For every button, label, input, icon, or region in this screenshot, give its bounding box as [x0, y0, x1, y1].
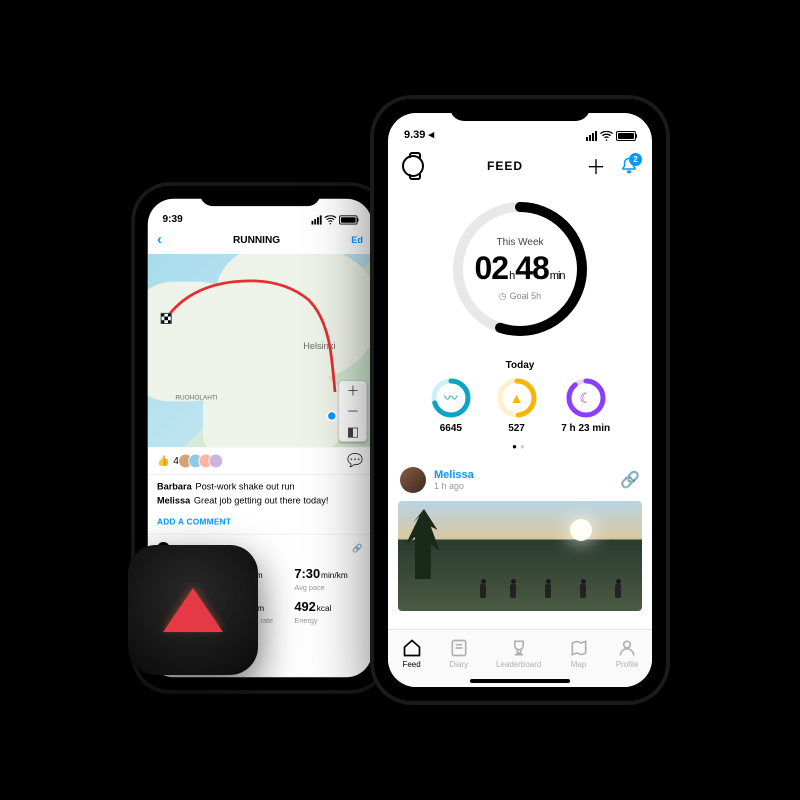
signal-icon	[586, 131, 597, 141]
ring-value: 02h48min	[474, 250, 565, 287]
tab-map[interactable]: Map	[569, 638, 589, 669]
comment-item: MelissaGreat job getting out there today…	[157, 494, 363, 508]
wifi-icon	[324, 215, 336, 224]
route-start-flag-icon	[161, 313, 172, 324]
zoom-in-button[interactable]: ＋	[339, 381, 367, 401]
ring-goal: ◷Goal 5h	[499, 291, 541, 302]
tab-leaderboard[interactable]: Leaderboard	[496, 638, 541, 669]
today-label: Today	[388, 360, 652, 371]
feed-user-name[interactable]: Melissa	[434, 469, 474, 481]
map-layers-button[interactable]: ◧	[339, 421, 367, 441]
metric-steps[interactable]: 〰 6645	[430, 377, 472, 434]
status-time: 9.39 ◂	[404, 128, 434, 141]
sun-graphic	[570, 519, 592, 541]
metric-sleep[interactable]: ☾ 7 h 23 min	[561, 377, 610, 434]
add-comment-button[interactable]: ADD A COMMENT	[148, 513, 372, 533]
home-icon	[402, 638, 422, 658]
tab-diary[interactable]: Diary	[449, 638, 469, 669]
stat-energy: 492kcalEnergy	[294, 595, 363, 628]
activity-link-icon[interactable]: 🔗	[352, 543, 363, 553]
map-icon	[569, 638, 589, 658]
app-icon-tile[interactable]	[128, 545, 258, 675]
feed-image[interactable]	[398, 501, 642, 611]
edit-button[interactable]: Ed	[351, 235, 363, 245]
stat-pace: 7:30min/kmAvg pace	[294, 562, 363, 595]
avatar[interactable]	[400, 467, 426, 493]
feed-time: 1 h ago	[434, 481, 474, 491]
tab-profile[interactable]: Profile	[616, 638, 639, 669]
trophy-icon	[509, 638, 529, 658]
runner-graphic	[578, 579, 588, 601]
map-zoom-controls: ＋ － ◧	[339, 381, 367, 442]
add-button[interactable]: ＋	[586, 151, 606, 180]
detail-title: RUNNING	[233, 235, 280, 246]
detail-header: ‹ RUNNING Ed	[148, 226, 372, 254]
diary-icon	[449, 638, 469, 658]
notification-badge: 2	[629, 153, 642, 166]
wifi-icon	[600, 131, 613, 141]
feed-title: FEED	[487, 159, 523, 173]
steps-icon: 〰	[430, 377, 472, 419]
back-button[interactable]: ‹	[157, 232, 162, 249]
runner-graphic	[613, 579, 623, 601]
liker-avatars[interactable]	[183, 453, 223, 468]
notifications-button[interactable]: 2	[620, 157, 638, 175]
home-indicator[interactable]	[470, 679, 570, 683]
profile-icon	[617, 638, 637, 658]
map-area-label: RUOHOLAHTI	[175, 395, 217, 401]
page-dots[interactable]: ●●	[388, 442, 652, 451]
feed-header: FEED ＋ 2	[388, 143, 652, 190]
route-map[interactable]: Helsinki RUOHOLAHTI ＋ － ◧	[148, 254, 372, 447]
zoom-out-button[interactable]: －	[339, 401, 367, 421]
tab-feed[interactable]: Feed	[402, 638, 422, 669]
trees-graphic	[406, 509, 451, 579]
social-bar: 👍 4 💬	[148, 447, 372, 475]
battery-icon	[339, 215, 357, 224]
today-metrics: 〰 6645 ▲ 527 ☾ 7 h 23 min	[388, 377, 652, 434]
status-time: 9:39	[162, 214, 182, 225]
comments-list: BarbaraPost-work shake out run MelissaGr…	[148, 475, 372, 514]
triangle-logo-icon	[163, 588, 223, 632]
comment-icon[interactable]: 💬	[347, 453, 363, 469]
watch-icon[interactable]	[402, 155, 424, 177]
ring-label: This Week	[496, 237, 543, 248]
notch	[450, 99, 590, 121]
signal-icon	[312, 215, 322, 224]
feed-card[interactable]: Melissa 1 h ago 🔗	[398, 459, 642, 611]
route-end-marker-icon	[326, 410, 337, 421]
notch	[200, 186, 320, 206]
weekly-progress[interactable]: This Week 02h48min ◷Goal 5h	[388, 190, 652, 354]
clock-icon: ◷	[499, 291, 507, 302]
phone-feed: 9.39 ◂ FEED ＋ 2	[370, 95, 670, 705]
comment-item: BarbaraPost-work shake out run	[157, 480, 363, 494]
runner-graphic	[508, 579, 518, 601]
like-button[interactable]: 👍	[157, 455, 170, 467]
metric-calories[interactable]: ▲ 527	[496, 377, 538, 434]
route-line	[148, 254, 372, 392]
flame-icon: ▲	[496, 377, 538, 419]
runner-graphic	[543, 579, 553, 601]
moon-icon: ☾	[565, 377, 607, 419]
runner-graphic	[478, 579, 488, 601]
feed-link-icon[interactable]: 🔗	[620, 470, 640, 490]
battery-icon	[616, 131, 636, 141]
